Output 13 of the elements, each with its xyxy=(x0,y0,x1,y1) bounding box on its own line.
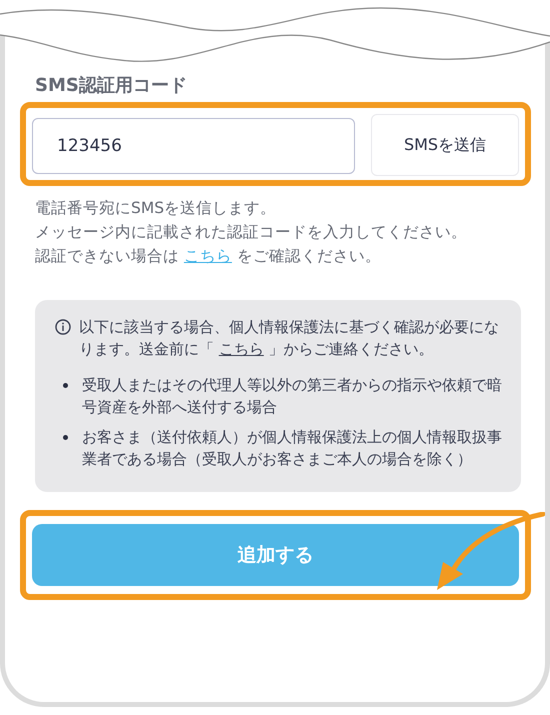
bullet-icon xyxy=(63,435,68,440)
notice-text: 以下に該当する場合、個人情報保護法に基づく確認が必要になります。送金前に「 こちら 」からご連絡ください。 xyxy=(79,317,500,360)
bullet-icon xyxy=(63,383,68,388)
help-text: 認証できない場合は こちら をご確認ください。 xyxy=(35,246,382,267)
help-text: 電話番号宛にSMSを送信します。 xyxy=(35,198,278,219)
send-sms-button[interactable]: SMSを送信 xyxy=(371,114,519,176)
notice-bullet-text: お客さま（送付依頼人）が個人情報保護法上の個人情報取扱事業者である場合（受取人がお客さまご本人の場合を除く） xyxy=(82,427,503,470)
notice-link[interactable]: こちら xyxy=(218,340,264,358)
info-icon xyxy=(55,319,71,335)
help-text: メッセージ内に記載された認証コードを入力してください。 xyxy=(35,222,468,243)
section-title: SMS認証用コード xyxy=(35,74,188,98)
code-input-field[interactable]: 123456 xyxy=(32,118,355,174)
notice-bullet-text: 受取人またはその代理人等以外の第三者からの指示や依頼で暗号資産を外部へ送付する場合 xyxy=(82,375,503,418)
